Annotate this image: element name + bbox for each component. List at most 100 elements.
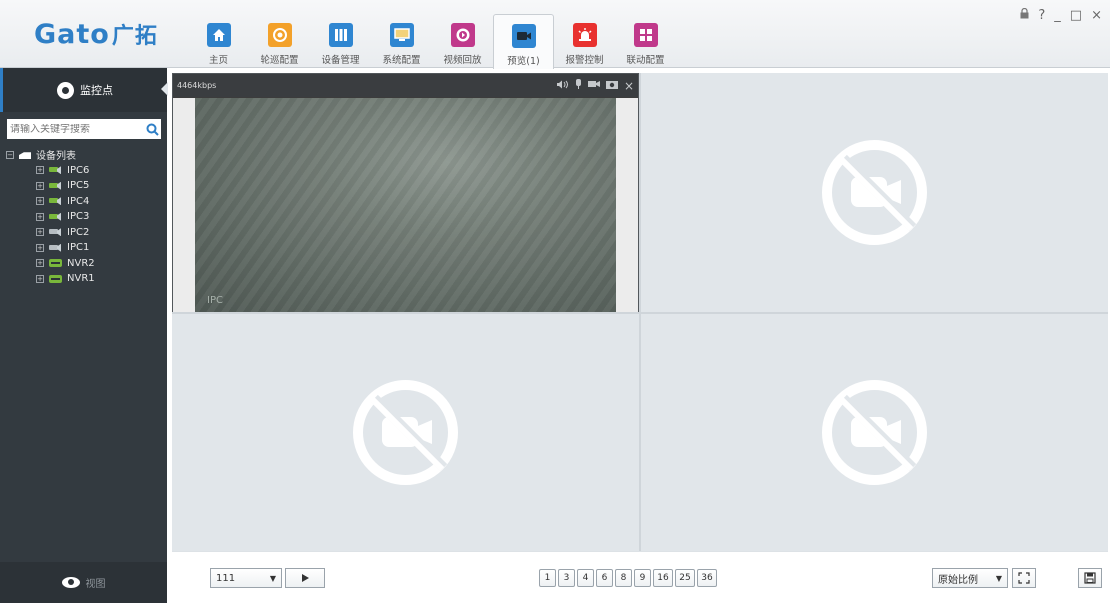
device-list-icon: [19, 150, 31, 159]
video-window-1[interactable]: 4464kbps × IPC: [172, 73, 639, 312]
play-group-button[interactable]: [285, 568, 325, 588]
device-label: NVR1: [67, 273, 95, 285]
close-video-icon[interactable]: ×: [624, 79, 634, 93]
letterbox-right: [616, 98, 638, 312]
alarm-icon: [572, 23, 597, 47]
layout-16-button[interactable]: 16: [653, 569, 673, 587]
fullscreen-button[interactable]: [1012, 568, 1036, 588]
no-video-icon: [822, 140, 927, 245]
expand-icon[interactable]: +: [36, 274, 44, 283]
video-window-4[interactable]: [641, 314, 1108, 551]
layout-36-button[interactable]: 36: [697, 569, 717, 587]
nav-label: 视频回放: [443, 55, 482, 66]
device-label: IPC2: [67, 226, 90, 238]
nav-item-system-config[interactable]: 系统配置: [371, 14, 432, 68]
nav-item-alarm-control[interactable]: 报警控制: [554, 14, 615, 68]
sidebar-title: 监控点: [80, 84, 113, 97]
nav-label: 主页: [208, 55, 228, 66]
bitrate-label: 4464kbps: [177, 81, 217, 90]
expand-icon[interactable]: +: [36, 228, 44, 237]
tree-item-ipc6[interactable]: + IPC6: [0, 163, 167, 179]
device-label: IPC4: [67, 195, 90, 207]
logo-cn-text: 广拓: [111, 24, 158, 49]
expand-icon[interactable]: +: [36, 212, 44, 221]
group-select[interactable]: 111 ▼: [210, 568, 282, 588]
main-nav: 主页 轮巡配置 设备管理 系统配置 视频回放 预览(1) 报警控制 联动配置: [188, 14, 676, 69]
nav-item-device-management[interactable]: 设备管理: [310, 14, 371, 68]
nav-item-video-playback[interactable]: 视频回放: [432, 14, 493, 68]
nav-label: 报警控制: [565, 55, 604, 66]
tree-item-ipc2[interactable]: + IPC2: [0, 225, 167, 241]
layout-8-button[interactable]: 8: [615, 569, 632, 587]
device-label: IPC6: [67, 164, 90, 176]
app-logo: Gato广拓: [34, 20, 158, 52]
snapshot-icon[interactable]: [605, 80, 618, 92]
camera-icon: [49, 166, 62, 174]
save-layout-button[interactable]: [1078, 568, 1102, 588]
tree-item-nvr1[interactable]: + NVR1: [0, 271, 167, 287]
device-tree: − 设备列表 + IPC6 + IPC5 + IPC4 + IPC3 + IPC…: [0, 147, 167, 287]
ratio-select[interactable]: 原始比例 ▼: [932, 568, 1008, 588]
fullscreen-icon: [1018, 572, 1030, 584]
lock-icon[interactable]: [1020, 7, 1029, 23]
search-icon[interactable]: [143, 120, 161, 138]
device-label: IPC3: [67, 211, 90, 223]
collapse-notch-icon[interactable]: [161, 82, 168, 96]
expand-icon[interactable]: +: [36, 197, 44, 206]
nav-item-home[interactable]: 主页: [188, 14, 249, 68]
layout-3-button[interactable]: 3: [558, 569, 575, 587]
minimize-button[interactable]: _: [1054, 8, 1061, 23]
sidebar-tab-monitor-points[interactable]: 监控点: [0, 68, 168, 112]
collapse-icon[interactable]: −: [6, 150, 14, 159]
help-button[interactable]: ?: [1038, 8, 1045, 23]
tree-item-ipc1[interactable]: + IPC1: [0, 240, 167, 256]
bottom-toolbar: 111 ▼ 1 3 4 6 8 9 16 25 36 原始比例 ▼: [172, 551, 1108, 603]
top-header: Gato广拓 主页 轮巡配置 设备管理 系统配置 视频回放 预览(1) 报警控制…: [0, 0, 1110, 69]
camera-icon: [49, 182, 62, 190]
dropdown-arrow-icon: ▼: [995, 573, 1002, 583]
view-label: 视图: [85, 579, 106, 590]
preview-icon: [511, 24, 536, 48]
device-label: IPC1: [67, 242, 90, 254]
close-button[interactable]: ×: [1091, 8, 1102, 23]
nvr-icon: [49, 259, 62, 268]
nav-item-preview[interactable]: 预览(1): [493, 14, 554, 69]
tree-item-ipc3[interactable]: + IPC3: [0, 209, 167, 225]
no-video-icon: [353, 380, 458, 485]
nav-item-patrol[interactable]: 轮巡配置: [249, 14, 310, 68]
video-window-3[interactable]: [172, 314, 639, 551]
nav-label: 系统配置: [382, 55, 421, 66]
tree-item-ipc4[interactable]: + IPC4: [0, 194, 167, 210]
tree-item-nvr2[interactable]: + NVR2: [0, 256, 167, 272]
osd-label: IPC: [207, 295, 223, 306]
search-box: [7, 119, 161, 139]
video-titlebar: 4464kbps ×: [173, 74, 638, 97]
audio-icon[interactable]: [556, 80, 569, 92]
nav-item-linkage-config[interactable]: 联动配置: [615, 14, 676, 68]
record-icon[interactable]: [587, 80, 600, 91]
layout-25-button[interactable]: 25: [675, 569, 695, 587]
nav-label: 轮巡配置: [260, 55, 299, 66]
sidebar-tab-view[interactable]: 视图: [0, 562, 167, 603]
window-controls: ? _ □ ×: [1020, 7, 1102, 23]
expand-icon[interactable]: +: [36, 166, 44, 175]
layout-9-button[interactable]: 9: [634, 569, 651, 587]
search-input[interactable]: [10, 123, 143, 135]
layout-6-button[interactable]: 6: [596, 569, 613, 587]
video-window-2[interactable]: [641, 73, 1108, 312]
layout-1-button[interactable]: 1: [539, 569, 556, 587]
maximize-button[interactable]: □: [1070, 8, 1082, 23]
monitor-eye-icon: [57, 81, 74, 99]
talk-icon[interactable]: [575, 79, 582, 92]
sidebar: 监控点 − 设备列表 + IPC6 + IPC5 + IPC4: [0, 68, 168, 603]
device-icon: [328, 23, 353, 47]
tree-root-label: 设备列表: [36, 151, 76, 163]
layout-4-button[interactable]: 4: [577, 569, 594, 587]
expand-icon[interactable]: +: [36, 259, 44, 268]
tree-root-device-list[interactable]: − 设备列表: [0, 147, 167, 163]
expand-icon[interactable]: +: [36, 243, 44, 252]
expand-icon[interactable]: +: [36, 181, 44, 190]
tree-item-ipc5[interactable]: + IPC5: [0, 178, 167, 194]
camera-icon: [49, 213, 62, 221]
camera-icon: [49, 197, 62, 205]
